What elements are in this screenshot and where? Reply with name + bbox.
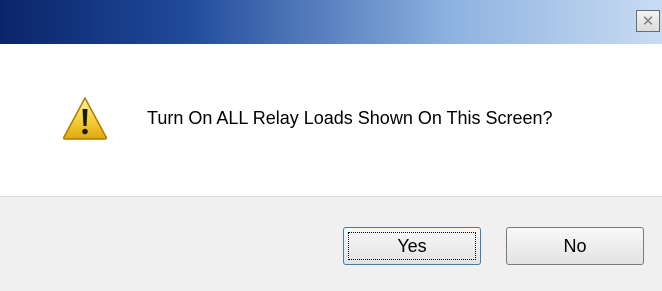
confirm-dialog: ✕ Turn On ALL Relay Loads Shown On This …	[0, 0, 662, 291]
title-bar[interactable]: ✕	[0, 0, 662, 44]
no-button-label: No	[563, 236, 587, 256]
dialog-message: Turn On ALL Relay Loads Shown On This Sc…	[147, 108, 553, 128]
close-icon: ✕	[641, 12, 655, 30]
yes-button-label: Yes	[397, 236, 427, 256]
yes-button[interactable]: Yes	[343, 227, 481, 265]
no-button[interactable]: No	[506, 227, 644, 265]
button-bar: Yes No	[0, 196, 662, 291]
close-button[interactable]: ✕	[636, 10, 660, 32]
warning-icon	[62, 97, 108, 140]
dialog-body: Turn On ALL Relay Loads Shown On This Sc…	[0, 44, 662, 196]
